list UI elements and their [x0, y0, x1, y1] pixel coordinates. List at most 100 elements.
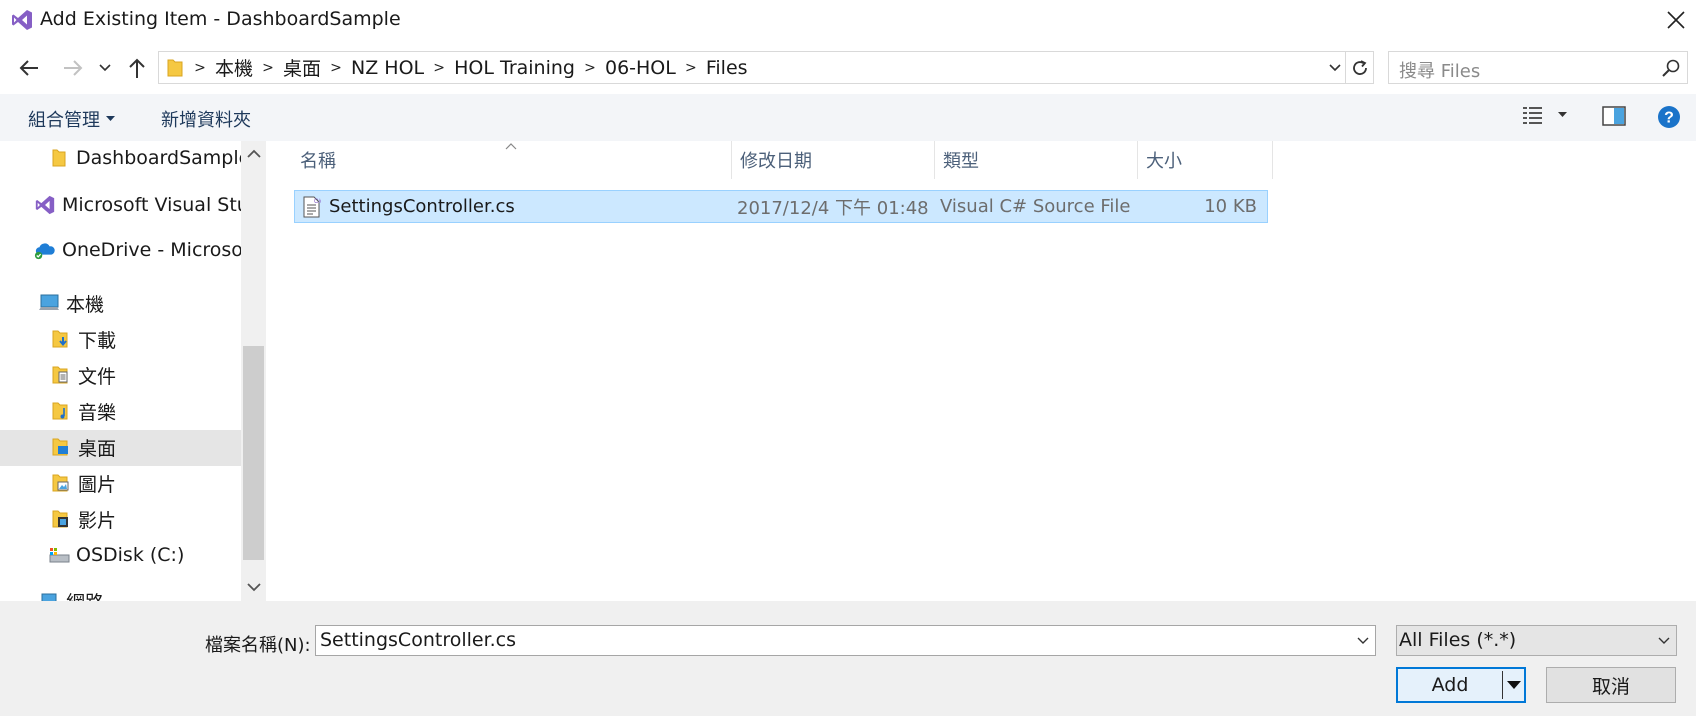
forward-button[interactable] [58, 53, 88, 83]
file-row[interactable]: C# SettingsController.cs 2017/12/4 下午 01… [294, 190, 1268, 223]
column-header-size[interactable]: 大小 [1138, 141, 1273, 179]
network-icon [38, 590, 60, 601]
column-header-name[interactable]: 名稱 [266, 141, 732, 179]
breadcrumb-item[interactable]: Files [700, 57, 754, 79]
help-icon: ? [1658, 106, 1680, 128]
nav-item-network[interactable]: 網路 [38, 584, 104, 601]
music-folder-icon [50, 400, 72, 422]
file-list: 名稱 修改日期 類型 大小 C# SettingsController.cs 2… [266, 141, 1696, 601]
help-button[interactable]: ? [1657, 105, 1681, 129]
nav-item-label: Microsoft Visual Studio [62, 194, 266, 216]
forward-arrow-icon [64, 60, 83, 76]
organize-button[interactable]: 組合管理 [28, 106, 115, 132]
column-header-type[interactable]: 類型 [935, 141, 1138, 179]
pictures-folder-icon [50, 472, 72, 494]
documents-folder-icon [50, 364, 72, 386]
dropdown-arrow-icon [1507, 680, 1521, 689]
breadcrumb-item[interactable]: 06-HOL [599, 57, 682, 79]
nav-item-label: 音樂 [78, 401, 117, 424]
nav-item-videos[interactable]: 影片 [50, 502, 116, 536]
add-button[interactable]: Add [1396, 667, 1526, 703]
breadcrumb-item[interactable]: 桌面 [277, 54, 327, 81]
breadcrumb-separator-icon[interactable]: > [430, 60, 448, 76]
scroll-down-arrow-icon[interactable] [247, 582, 261, 592]
column-header-label: 名稱 [300, 151, 336, 172]
breadcrumb-separator-icon[interactable]: > [581, 60, 599, 76]
breadcrumb-separator-icon[interactable]: > [682, 60, 700, 76]
nav-scrollbar-thumb[interactable] [243, 346, 264, 560]
svg-text:?: ? [1664, 110, 1674, 127]
cs-file-icon: C# [303, 191, 321, 222]
nav-item-documents[interactable]: 文件 [50, 358, 116, 392]
view-options-button[interactable] [1522, 104, 1567, 126]
column-header-label: 大小 [1146, 151, 1182, 172]
computer-icon [38, 292, 60, 314]
drive-icon [48, 544, 70, 566]
visual-studio-icon [10, 8, 34, 32]
search-icon[interactable] [1661, 58, 1681, 78]
filetype-select[interactable]: All Files (*.*) [1396, 625, 1677, 656]
breadcrumb: > 本機 > 桌面 > NZ HOL > HOL Training > 06-H… [191, 52, 754, 83]
filename-dropdown-button[interactable] [1352, 626, 1374, 655]
cancel-button[interactable]: 取消 [1546, 667, 1676, 703]
nav-item-downloads[interactable]: 下載 [50, 322, 116, 356]
preview-pane-button[interactable] [1602, 106, 1626, 126]
chevron-down-icon [1357, 637, 1369, 644]
back-button[interactable] [14, 53, 44, 83]
address-bar[interactable]: > 本機 > 桌面 > NZ HOL > HOL Training > 06-H… [158, 51, 1346, 84]
add-button-label[interactable]: Add [1398, 669, 1502, 701]
details-view-icon [1523, 107, 1542, 124]
search-placeholder: 搜尋 Files [1399, 61, 1481, 82]
column-header-label: 修改日期 [740, 151, 812, 172]
column-header-label: 類型 [943, 151, 979, 172]
scroll-up-arrow-icon[interactable] [247, 149, 261, 159]
nav-item-label: OneDrive - Microsoft [62, 239, 257, 261]
nav-item-desktop[interactable]: 桌面 [50, 430, 116, 464]
nav-item-label: OSDisk (C:) [76, 544, 185, 566]
recent-locations-button[interactable] [94, 53, 116, 83]
breadcrumb-item[interactable]: 本機 [209, 54, 259, 81]
window-title: Add Existing Item - DashboardSample [40, 8, 401, 30]
search-box[interactable]: 搜尋 Files [1388, 51, 1688, 84]
breadcrumb-separator-icon[interactable]: > [259, 60, 277, 76]
breadcrumb-separator-icon[interactable]: > [327, 60, 345, 76]
organize-label: 組合管理 [28, 110, 100, 131]
breadcrumb-item[interactable]: HOL Training [448, 57, 581, 79]
nav-item-onedrive[interactable]: OneDrive - Microsoft [34, 233, 257, 267]
filename-input[interactable]: SettingsController.cs [320, 629, 516, 651]
nav-item-this-pc[interactable]: 本機 [38, 286, 104, 320]
nav-item-osdisk[interactable]: OSDisk (C:) [48, 538, 184, 572]
nav-item-visual-studio[interactable]: Microsoft Visual Studio [34, 188, 266, 222]
videos-folder-icon [50, 508, 72, 530]
nav-item-label: 圖片 [78, 473, 117, 496]
up-button[interactable] [122, 53, 152, 83]
nav-item-label: 影片 [78, 509, 117, 532]
address-dropdown-button[interactable] [1323, 52, 1347, 83]
chevron-down-icon [1658, 637, 1670, 644]
filetype-value: All Files (*.*) [1399, 629, 1517, 651]
add-options-dropdown[interactable] [1504, 669, 1524, 701]
split-divider [1502, 671, 1503, 699]
nav-item-pictures[interactable]: 圖片 [50, 466, 116, 500]
desktop-folder-icon [50, 436, 72, 458]
nav-item-label: 文件 [78, 365, 117, 388]
downloads-folder-icon [50, 328, 72, 350]
nav-item-label: 網路 [66, 588, 104, 602]
nav-selection-highlight [0, 430, 241, 466]
nav-item-music[interactable]: 音樂 [50, 394, 116, 428]
filetype-dropdown-button[interactable] [1653, 626, 1675, 655]
nav-item-dashboardsample[interactable]: DashboardSample [48, 141, 250, 175]
dropdown-arrow-icon [106, 116, 115, 121]
close-icon [1667, 11, 1685, 29]
visual-studio-icon [34, 194, 56, 216]
folder-icon [167, 58, 183, 78]
refresh-button[interactable] [1346, 51, 1374, 84]
breadcrumb-separator-icon[interactable]: > [191, 60, 209, 76]
column-header-date[interactable]: 修改日期 [732, 141, 935, 179]
preview-pane-icon [1602, 106, 1626, 126]
breadcrumb-item[interactable]: NZ HOL [345, 57, 430, 79]
new-folder-button[interactable]: 新增資料夾 [161, 106, 251, 132]
command-bar: 組合管理 新增資料夾 ? [0, 94, 1696, 141]
filename-combobox[interactable]: SettingsController.cs [315, 625, 1376, 656]
close-button[interactable] [1660, 4, 1692, 36]
